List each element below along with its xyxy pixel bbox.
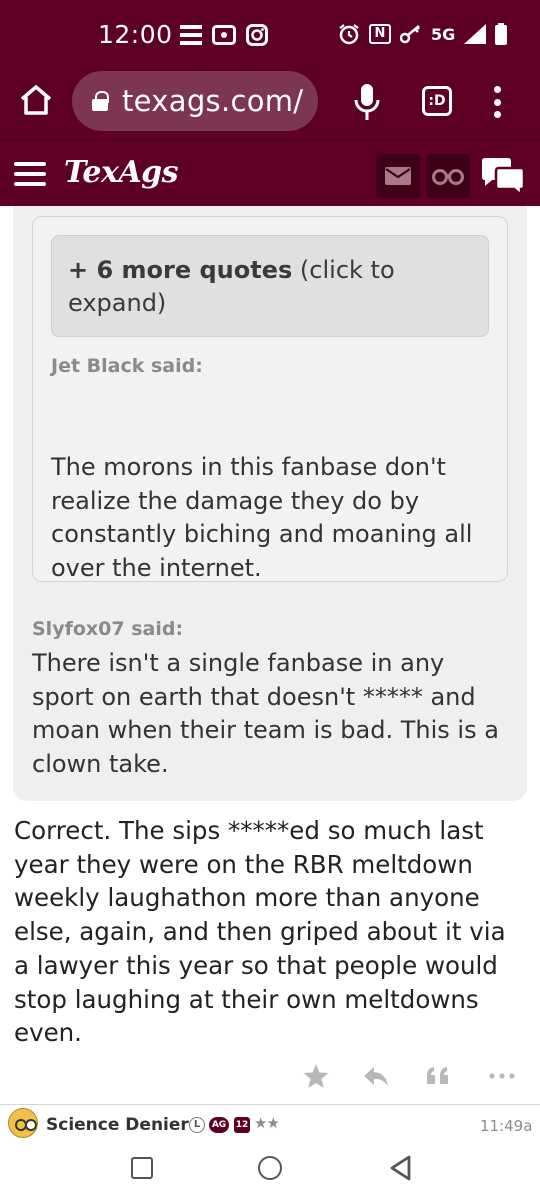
status-time: 12:00 bbox=[98, 20, 173, 49]
quote-icon[interactable] bbox=[424, 1062, 452, 1090]
system-icons: N 5G bbox=[338, 23, 508, 45]
ag-badge: AG bbox=[209, 1117, 229, 1133]
nfc-icon: N bbox=[369, 24, 391, 44]
overflow-menu-icon[interactable] bbox=[492, 86, 502, 118]
browser-toolbar: texags.com/ :D bbox=[0, 66, 540, 140]
network-type: 5G bbox=[431, 24, 456, 44]
quote-attribution[interactable]: Slyfox07 said: bbox=[32, 618, 183, 640]
key-icon bbox=[400, 25, 420, 44]
back-icon[interactable] bbox=[388, 1154, 412, 1182]
post-divider bbox=[0, 1104, 540, 1105]
more-icon[interactable] bbox=[488, 1062, 516, 1090]
radio-icon bbox=[212, 25, 236, 45]
mail-icon bbox=[385, 167, 411, 185]
post-body: Correct. The sips *****ed so much last y… bbox=[14, 816, 506, 1048]
post-timestamp: 11:49a bbox=[480, 1117, 533, 1135]
expand-quotes-button[interactable]: + 6 more quotes (click to expand) bbox=[51, 235, 489, 337]
recent-apps-icon[interactable] bbox=[131, 1157, 153, 1179]
quote-attribution[interactable]: Jet Black said: bbox=[51, 355, 203, 377]
battery-icon bbox=[495, 23, 508, 45]
username[interactable]: Science Denier bbox=[46, 1115, 189, 1135]
signal-icon bbox=[464, 24, 487, 44]
home-icon[interactable] bbox=[18, 82, 54, 118]
quote-block-outer: + 6 more quotes (click to expand) Jet Bl… bbox=[13, 206, 527, 801]
alarm-icon bbox=[339, 24, 359, 45]
post-header: Science Denier L AG 12 ★★ 11:49a bbox=[0, 1106, 540, 1140]
site-logo[interactable]: TexAgs bbox=[64, 155, 179, 190]
watchlist-button[interactable] bbox=[426, 154, 470, 198]
messages-button[interactable] bbox=[376, 154, 420, 198]
post-actions bbox=[0, 1058, 540, 1094]
quote-text: There isn't a single fanbase in any spor… bbox=[32, 649, 499, 778]
status-bar: 12:00 N 5G bbox=[0, 0, 540, 66]
chat-icon[interactable] bbox=[480, 157, 526, 197]
site-header: TexAgs bbox=[0, 140, 540, 206]
news-icon bbox=[180, 25, 202, 45]
instagram-icon bbox=[246, 24, 268, 46]
more-quotes-count: + 6 more quotes bbox=[68, 256, 293, 284]
quote-block-inner: + 6 more quotes (click to expand) Jet Bl… bbox=[32, 216, 508, 582]
address-bar[interactable]: texags.com/ bbox=[72, 71, 318, 131]
thread-content: + 6 more quotes (click to expand) Jet Bl… bbox=[0, 206, 540, 1140]
lifetime-badge: L bbox=[189, 1117, 205, 1133]
rating-stars: ★★ bbox=[254, 1114, 280, 1132]
binoculars-icon bbox=[432, 169, 464, 185]
lock-icon bbox=[92, 91, 109, 111]
system-nav-bar bbox=[0, 1140, 540, 1200]
url-text: texags.com/ bbox=[122, 84, 304, 118]
avatar[interactable] bbox=[8, 1108, 38, 1138]
star-icon[interactable] bbox=[302, 1062, 330, 1090]
tab-switcher-button[interactable]: :D bbox=[422, 86, 452, 116]
quote-text: The morons in this fanbase don't realize… bbox=[51, 453, 473, 582]
notification-icons bbox=[180, 24, 268, 46]
years-badge: 12 bbox=[234, 1117, 250, 1133]
hamburger-menu-icon[interactable] bbox=[14, 162, 46, 186]
reply-icon[interactable] bbox=[362, 1062, 390, 1090]
home-nav-icon[interactable] bbox=[258, 1156, 282, 1180]
microphone-icon[interactable] bbox=[354, 82, 380, 122]
